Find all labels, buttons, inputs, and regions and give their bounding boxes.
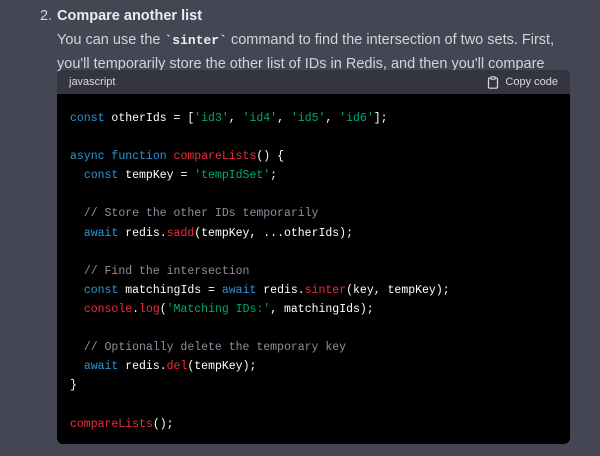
code-token: } <box>70 379 77 393</box>
code-token: matchingIds = <box>118 283 222 297</box>
code-token: . <box>132 302 140 316</box>
code-token: console <box>83 302 133 316</box>
code-token: // Optionally delete the temporary key <box>83 341 347 355</box>
code-token: ]; <box>373 112 388 125</box>
code-token: ( <box>159 302 167 316</box>
code-token: () { <box>256 150 284 164</box>
code-token: (); <box>152 417 174 431</box>
code-token: otherIds = [ <box>104 112 195 125</box>
code-token: , matchingIds); <box>270 302 374 316</box>
code-token: await <box>221 283 257 297</box>
code-token: 'Matching IDs:' <box>166 302 271 316</box>
code-line: } <box>70 376 557 395</box>
code-token: sadd <box>166 226 195 240</box>
code-token: const <box>83 283 119 297</box>
code-line: // Find the intersection <box>70 262 557 281</box>
code-token: 'id4' <box>242 112 278 125</box>
code-token: compareLists <box>70 417 153 431</box>
code-token: 'id5' <box>290 112 326 125</box>
code-token: log <box>139 302 160 316</box>
code-line: compareLists(); <box>70 415 557 434</box>
code-token: ; <box>270 169 278 183</box>
list-item-title: Compare another list <box>57 8 203 24</box>
description-text-before: You can use the <box>57 32 165 48</box>
code-token: // Find the intersection <box>83 264 250 278</box>
code-token: compareLists <box>173 150 257 164</box>
list-item-number: 2. <box>40 8 53 24</box>
code-token: 'id3' <box>194 112 229 125</box>
code-token: , <box>228 112 243 125</box>
code-token: , <box>325 112 340 125</box>
code-block-header: javascript Copy code <box>57 70 570 94</box>
code-token: 'tempIdSet' <box>194 169 271 183</box>
code-line: await redis.del(tempKey); <box>70 357 557 376</box>
code-line: await redis.sadd(tempKey, ...otherIds); <box>70 224 557 243</box>
copy-code-label: Copy code <box>505 76 558 88</box>
code-line: const matchingIds = await redis.sinter(k… <box>70 281 557 300</box>
code-token: async <box>70 150 105 164</box>
code-line: const tempKey = 'tempIdSet'; <box>70 166 557 185</box>
code-token: const <box>70 112 105 125</box>
clipboard-icon <box>487 75 499 89</box>
code-token: const <box>83 169 119 183</box>
code-token: (key, tempKey); <box>346 283 450 297</box>
code-line: // Store the other IDs temporarily <box>70 204 557 223</box>
inline-code-sinter: `sinter` <box>164 33 227 48</box>
code-block: javascript Copy code const otherIds = ['… <box>57 70 570 444</box>
code-token: (tempKey, ...otherIds); <box>194 226 353 240</box>
copy-code-button[interactable]: Copy code <box>487 75 558 89</box>
code-token: del <box>166 360 188 374</box>
code-token: await <box>83 226 119 240</box>
code-line: // Optionally delete the temporary key <box>70 338 557 357</box>
code-token: await <box>83 360 119 374</box>
code-language-label: javascript <box>69 76 116 88</box>
code-token: tempKey = <box>118 169 195 183</box>
code-token: 'id6' <box>339 112 374 125</box>
code-line: console.log('Matching IDs:', matchingIds… <box>70 300 557 319</box>
code-content[interactable]: const otherIds = ['id3', 'id4', 'id5', '… <box>57 94 570 434</box>
code-line: async function compareLists() { <box>70 147 557 166</box>
code-token: redis. <box>256 283 305 297</box>
code-token: redis. <box>118 360 167 374</box>
list-item-header: 2. Compare another list <box>40 5 570 27</box>
code-token: redis. <box>118 226 167 240</box>
code-token: // Store the other IDs temporarily <box>83 207 319 221</box>
code-token: (tempKey); <box>187 360 257 374</box>
code-line: const otherIds = ['id3', 'id4', 'id5', '… <box>70 109 557 128</box>
code-token: function <box>111 150 167 164</box>
chat-message: 2. Compare another list You can use the `… <box>0 0 600 456</box>
code-token: , <box>277 112 291 125</box>
code-token: sinter <box>304 283 347 297</box>
